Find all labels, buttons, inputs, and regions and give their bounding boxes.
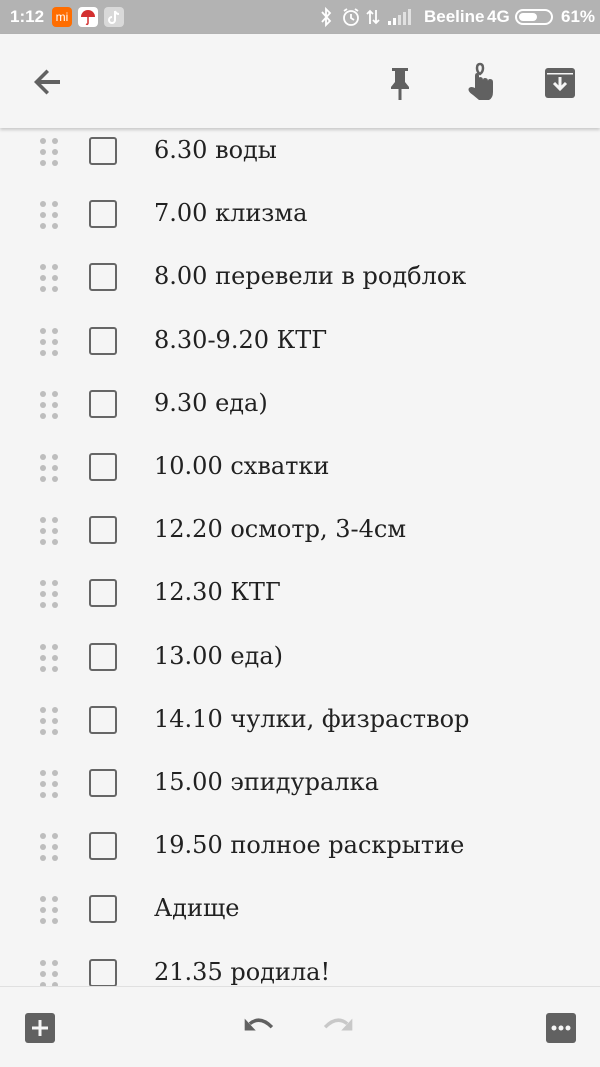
item-checkbox[interactable] [89,389,117,418]
checklist-item[interactable]: 8.00 перевели в родблок [0,246,600,309]
battery-percent: 61% [561,7,596,26]
add-button[interactable] [23,1011,57,1045]
checklist-item[interactable]: 6.30 воды [0,120,600,183]
item-text[interactable]: 10.00 схватки [154,452,329,480]
drag-handle-icon[interactable] [40,390,60,421]
status-bar: 1:12 mi Beeline 4G 61% [0,0,600,34]
item-checkbox[interactable] [89,579,117,608]
drag-handle-icon[interactable] [40,138,60,168]
item-checkbox[interactable] [89,200,117,229]
checklist-item[interactable]: 21.35 родила! [0,942,600,986]
more-button[interactable] [544,1011,578,1045]
checklist-item[interactable]: Адище [0,878,600,941]
item-text[interactable]: 13.00 еда) [154,642,283,670]
item-checkbox[interactable] [89,958,117,986]
network-type: 4G [487,7,510,26]
item-text[interactable]: 6.30 воды [154,136,277,164]
item-text[interactable]: 7.00 клизма [154,199,307,227]
item-text[interactable]: 19.50 полное раскрытие [154,831,464,859]
drag-handle-icon[interactable] [40,896,60,926]
bottom-toolbar [0,986,600,1067]
redo-button[interactable] [320,1011,360,1045]
item-text[interactable]: 12.30 КТГ [154,578,281,606]
item-text[interactable]: 14.10 чулки, физраствор [154,705,469,733]
checklist-item[interactable]: 7.00 клизма [0,183,600,246]
checklist-item[interactable]: 13.00 еда) [0,626,600,689]
item-checkbox[interactable] [89,832,117,861]
pin-button[interactable] [376,58,424,106]
alarm-icon [343,8,359,26]
battery-icon [515,9,553,25]
checklist-item[interactable]: 12.30 КТГ [0,562,600,625]
tiktok-icon [104,7,124,27]
item-checkbox[interactable] [89,516,117,545]
item-checkbox[interactable] [89,453,117,481]
reminder-icon [468,62,493,100]
data-arrows-icon [366,9,380,25]
add-box-icon [25,1013,55,1043]
redo-icon [323,1018,353,1031]
archive-button[interactable] [536,58,584,106]
undo-icon [244,1018,274,1031]
item-text[interactable]: 9.30 еда) [154,389,268,417]
checklist-item[interactable]: 14.10 чулки, физраствор [0,689,600,752]
item-text[interactable]: 12.20 осмотр, 3-4см [154,515,406,543]
drag-handle-icon[interactable] [40,580,60,610]
back-arrow-icon [34,69,60,95]
checklist-item[interactable]: 8.30-9.20 КТГ [0,310,600,373]
archive-icon [545,68,575,98]
checklist-item[interactable]: 15.00 эпидуралка [0,752,600,815]
item-checkbox[interactable] [89,705,117,734]
bluetooth-icon [321,6,332,28]
drag-handle-icon[interactable] [40,454,60,484]
item-text[interactable]: 21.35 родила! [154,958,330,986]
checklist-item[interactable]: 19.50 полное раскрытие [0,815,600,878]
top-toolbar [0,34,600,128]
checklist-item[interactable]: 12.20 осмотр, 3-4см [0,499,600,562]
drag-handle-icon[interactable] [40,264,60,294]
drag-handle-icon[interactable] [40,833,60,863]
item-text[interactable]: Адище [154,894,239,922]
umbrella-app-icon [78,7,98,27]
status-time: 1:12 [10,7,45,26]
drag-handle-icon[interactable] [40,327,60,358]
drag-handle-icon[interactable] [40,201,60,231]
item-checkbox[interactable] [89,137,117,165]
item-checkbox[interactable] [89,263,117,292]
status-icons [321,6,411,28]
drag-handle-icon[interactable] [40,706,60,737]
drag-handle-icon[interactable] [40,770,60,800]
item-checkbox[interactable] [89,769,117,797]
signal-icon [388,9,411,25]
drag-handle-icon[interactable] [40,959,60,986]
item-checkbox[interactable] [89,326,117,355]
reminder-button[interactable] [455,58,503,106]
item-text[interactable]: 8.30-9.20 КТГ [154,326,327,354]
carrier-name: Beeline [424,7,485,26]
item-checkbox[interactable] [89,642,117,671]
back-button[interactable] [24,58,72,106]
pin-icon [391,68,409,100]
item-text[interactable]: 8.00 перевели в родблок [154,262,466,290]
checklist-item[interactable]: 9.30 еда) [0,373,600,436]
item-checkbox[interactable] [89,895,117,924]
checklist-item[interactable]: 10.00 схватки [0,436,600,499]
item-text[interactable]: 15.00 эпидуралка [154,768,379,796]
checklist: 6.30 воды 7.00 клизма 8.00 перевели в родб… [0,120,600,986]
mi-icon: mi [52,7,72,27]
more-icon [546,1013,576,1043]
drag-handle-icon[interactable] [40,643,60,674]
drag-handle-icon[interactable] [40,517,60,547]
undo-button[interactable] [243,1011,283,1045]
